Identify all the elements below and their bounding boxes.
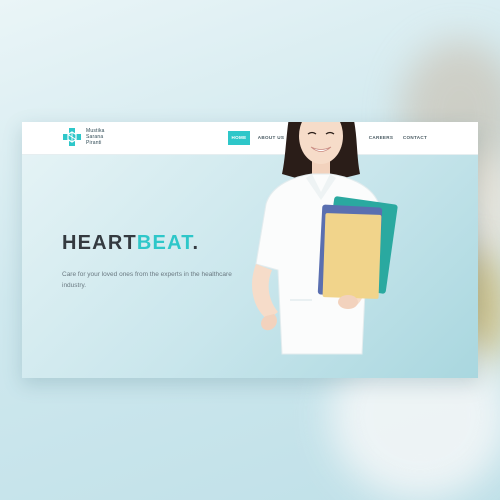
hero-title-accent: BEAT — [136, 232, 193, 254]
nurse-hero-image — [252, 122, 398, 355]
hero-title-main: HEART — [62, 232, 137, 254]
hero-subtitle: Care for your loved ones from the expert… — [62, 271, 232, 289]
hero-title: HEARTBEAT. — [62, 232, 199, 255]
website-mockup: Mustika Sarana Piranti HOME ABOUT US PRO… — [22, 122, 478, 378]
brand-logo[interactable]: Mustika Sarana Piranti — [62, 127, 105, 147]
brand-name-line: Piranti — [86, 140, 102, 146]
hero-title-dot: . — [192, 232, 200, 254]
cross-shield-logo-icon — [63, 128, 81, 146]
brand-name: Mustika Sarana Piranti — [86, 128, 105, 146]
